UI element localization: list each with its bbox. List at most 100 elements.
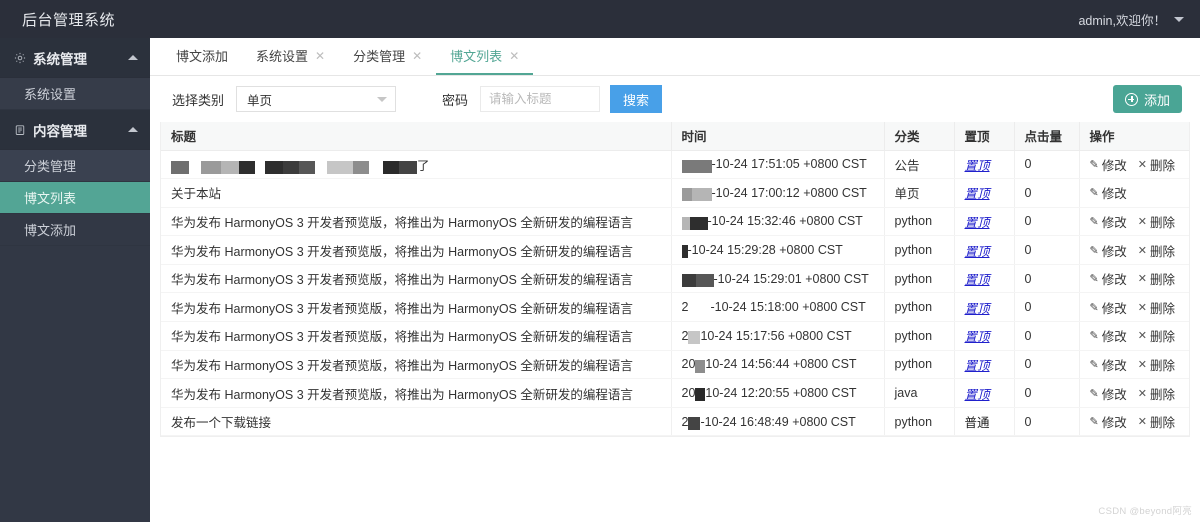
edit-button[interactable]: ✎ 修改 (1090, 183, 1127, 202)
table-header-row: 标题 时间 分类 置顶 点击量 操作 (161, 122, 1189, 151)
cell-hits: 0 (1014, 407, 1080, 437)
top-link[interactable]: 置顶 (965, 159, 990, 173)
top-link[interactable]: 置顶 (965, 273, 990, 287)
edit-button[interactable]: ✎ 修改 (1090, 384, 1127, 403)
cell-title: 华为发布 HarmonyOS 3 开发者预览版，将推出为 HarmonyOS 全… (161, 378, 672, 408)
pencil-icon: ✎ (1089, 301, 1099, 314)
cell-ops: ✎ 修改 ✕ 删除 (1079, 407, 1189, 437)
cell-top[interactable]: 置顶 (954, 207, 1015, 237)
edit-button[interactable]: ✎ 修改 (1090, 241, 1127, 260)
cell-top[interactable]: 置顶 (954, 350, 1015, 380)
user-menu-label: admin,欢迎你！ (1078, 13, 1166, 28)
cell-top[interactable]: 置顶 (954, 150, 1015, 180)
sidebar: 系统管理 系统设置 内容管理 分类管理 博文列表 博文添加 (0, 38, 150, 522)
cell-top[interactable]: 置顶 (954, 178, 1015, 208)
category-select[interactable]: 单页 (236, 86, 397, 112)
time-prefix: 20 (681, 357, 696, 372)
table-row: 华为发布 HarmonyOS 3 开发者预览版，将推出为 HarmonyOS 全… (161, 235, 1189, 265)
top-link[interactable]: 置顶 (965, 388, 990, 402)
delete-label: 删除 (1149, 416, 1175, 431)
redacted-text (171, 160, 189, 175)
table-row: 华为发布 HarmonyOS 3 开发者预览版，将推出为 HarmonyOS 全… (161, 207, 1189, 237)
close-icon: ✕ (1137, 244, 1147, 257)
delete-button[interactable]: ✕ 删除 (1138, 212, 1175, 231)
time-prefix: 20 (681, 385, 696, 400)
delete-label: 删除 (1149, 358, 1175, 373)
delete-button[interactable]: ✕ 删除 (1138, 412, 1175, 431)
sidebar-item-post-list[interactable]: 博文列表 (0, 182, 150, 214)
cell-time: -10-24 15:32:46 +0800 CST (671, 207, 885, 237)
cell-category: python (884, 235, 955, 265)
delete-label: 删除 (1149, 215, 1175, 230)
redacted-text (681, 273, 714, 287)
close-icon[interactable]: ✕ (315, 50, 325, 62)
cell-top[interactable]: 置顶 (954, 378, 1015, 408)
delete-label: 删除 (1149, 330, 1175, 345)
cell-ops: ✎ 修改 ✕ 删除 (1079, 350, 1189, 380)
top-link[interactable]: 置顶 (965, 245, 990, 259)
top-link[interactable]: 置顶 (965, 302, 990, 316)
cell-top[interactable]: 置顶 (954, 292, 1015, 323)
pencil-icon: ✎ (1089, 187, 1099, 200)
edit-button[interactable]: ✎ 修改 (1090, 155, 1127, 174)
edit-button[interactable]: ✎ 修改 (1090, 412, 1127, 431)
time-prefix: 2 (681, 414, 689, 429)
sidebar-item-post-add[interactable]: 博文添加 (0, 214, 150, 246)
delete-label: 删除 (1149, 387, 1175, 402)
cell-top[interactable]: 置顶 (954, 235, 1015, 265)
cell-category: 单页 (884, 178, 955, 208)
edit-label: 修改 (1101, 387, 1127, 402)
edit-button[interactable]: ✎ 修改 (1090, 355, 1127, 374)
delete-button[interactable]: ✕ 删除 (1138, 298, 1175, 317)
time-text: 10-24 15:17:56 +0800 CST (700, 328, 852, 343)
redacted-text (327, 160, 369, 175)
top-label: 普通 (964, 416, 990, 431)
close-icon: ✕ (1137, 273, 1147, 286)
edit-button[interactable]: ✎ 修改 (1090, 298, 1127, 317)
tab-label: 系统设置 (256, 49, 309, 64)
sidebar-item-category-manage[interactable]: 分类管理 (0, 150, 150, 182)
cell-ops: ✎ 修改 ✕ 删除 (1079, 292, 1189, 323)
cell-top[interactable]: 置顶 (954, 321, 1015, 351)
delete-button[interactable]: ✕ 删除 (1138, 269, 1175, 288)
tab-category-manage[interactable]: 分类管理 ✕ (339, 38, 436, 75)
search-button[interactable]: 搜索 (610, 85, 663, 113)
close-icon: ✕ (1137, 358, 1147, 371)
time-text: -10-24 17:51:05 +0800 CST (711, 157, 867, 172)
search-input[interactable] (480, 86, 601, 112)
delete-button[interactable]: ✕ 删除 (1138, 355, 1175, 374)
table-row: 华为发布 HarmonyOS 3 开发者预览版，将推出为 HarmonyOS 全… (161, 292, 1189, 323)
tab-label: 分类管理 (353, 49, 406, 64)
edit-label: 修改 (1101, 416, 1127, 431)
sidebar-group-system[interactable]: 系统管理 (0, 38, 150, 78)
sidebar-item-system-settings[interactable]: 系统设置 (0, 78, 150, 110)
close-icon[interactable]: ✕ (509, 50, 519, 62)
sidebar-group-content[interactable]: 内容管理 (0, 110, 150, 150)
delete-button[interactable]: ✕ 删除 (1138, 326, 1175, 345)
close-icon[interactable]: ✕ (412, 50, 422, 62)
user-menu[interactable]: admin,欢迎你！ (1078, 10, 1184, 29)
top-link[interactable]: 置顶 (965, 216, 990, 230)
tab-post-add[interactable]: 博文添加 (162, 38, 242, 75)
tab-system-settings[interactable]: 系统设置 ✕ (242, 38, 339, 75)
top-link[interactable]: 置顶 (965, 359, 990, 373)
cell-ops: ✎ 修改 ✕ 删除 (1079, 378, 1189, 408)
edit-button[interactable]: ✎ 修改 (1090, 269, 1127, 288)
redacted-text (681, 187, 712, 202)
keyword-input-label: 密码 (442, 92, 469, 108)
top-link[interactable]: 置顶 (965, 187, 990, 201)
column-header-category: 分类 (884, 122, 955, 151)
edit-button[interactable]: ✎ 修改 (1090, 212, 1127, 231)
post-table-wrapper: 标题 时间 分类 置顶 点击量 操作 了 -10-24 17:51:05 +080… (160, 122, 1190, 438)
pencil-icon: ✎ (1089, 387, 1099, 400)
cell-top[interactable]: 置顶 (954, 264, 1015, 294)
delete-button[interactable]: ✕ 删除 (1138, 384, 1175, 403)
close-icon: ✕ (1137, 387, 1147, 400)
tab-post-list[interactable]: 博文列表 ✕ (436, 38, 534, 75)
edit-button[interactable]: ✎ 修改 (1090, 326, 1127, 345)
top-link[interactable]: 置顶 (965, 330, 990, 344)
delete-button[interactable]: ✕ 删除 (1138, 155, 1175, 174)
cell-time: 2 10-24 15:17:56 +0800 CST (671, 321, 885, 351)
add-button[interactable]: 添加 (1112, 85, 1182, 113)
delete-button[interactable]: ✕ 删除 (1138, 241, 1175, 260)
